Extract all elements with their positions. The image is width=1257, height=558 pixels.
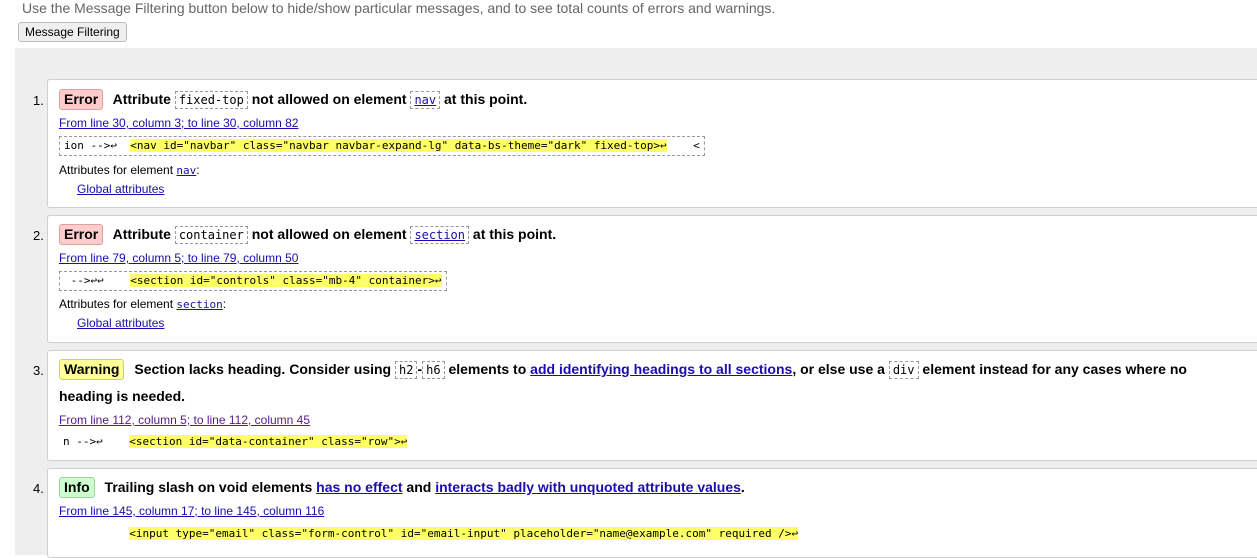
attribute-code: container xyxy=(174,226,248,244)
extract-pre xyxy=(63,527,129,540)
location-link[interactable]: From line 30, column 3; to line 30, colu… xyxy=(59,116,298,130)
message-fragment: not allowed on element xyxy=(251,226,407,242)
message-fragment: heading is needed. xyxy=(59,388,186,404)
attrs-colon: : xyxy=(196,163,200,177)
attrs-colon: : xyxy=(222,297,227,311)
code-extract: <input type="email" class="form-control"… xyxy=(59,525,802,543)
global-attributes-link[interactable]: Global attributes xyxy=(77,316,164,330)
message-warning-3: Warning Section lacks heading. Consider … xyxy=(47,350,1257,461)
error-badge: Error xyxy=(59,224,104,245)
message-fragment: Trailing slash on void elements xyxy=(104,479,313,495)
message-fragment: Attribute xyxy=(112,91,171,107)
extract-pre: n -->↩ xyxy=(63,435,130,448)
code-extract: n -->↩ <section id="data-container" clas… xyxy=(59,433,411,451)
message-fragment: at this point. xyxy=(472,226,557,242)
warning-badge: Warning xyxy=(59,359,125,380)
element-link[interactable]: section xyxy=(410,226,470,244)
message-number: 1. xyxy=(33,93,44,108)
extract-pre: ion -->↩ xyxy=(64,139,131,152)
message-text: Error Attribute fixed-top not allowed on… xyxy=(59,86,1256,113)
extract-highlight: <nav id="navbar" class="navbar navbar-ex… xyxy=(130,139,667,152)
message-fragment: and xyxy=(406,479,432,495)
message-text: Info Trailing slash on void elements has… xyxy=(59,474,1256,500)
element-ref-link[interactable]: nav xyxy=(176,164,196,177)
extract-post: < xyxy=(666,139,700,152)
attribute-code: fixed-top xyxy=(174,91,248,109)
message-fragment: not allowed on element xyxy=(251,91,407,107)
message-number: 2. xyxy=(33,228,44,243)
message-filtering-button[interactable]: Message Filtering xyxy=(18,22,127,42)
intro-text: Use the Message Filtering button below t… xyxy=(22,0,776,16)
attributes-for-element: Attributes for element section: xyxy=(59,297,226,311)
element-code: h6 xyxy=(422,361,445,379)
element-code: h2 xyxy=(395,361,418,379)
location-link[interactable]: From line 112, column 5; to line 112, co… xyxy=(59,413,310,427)
extract-highlight: <section id="data-container" class="row"… xyxy=(129,435,408,448)
element-ref-link[interactable]: section xyxy=(176,298,222,311)
code-extract: ion -->↩ <nav id="navbar" class="navbar … xyxy=(59,136,705,156)
extract-highlight: <input type="email" class="form-control"… xyxy=(129,527,799,540)
message-error-1: Error Attribute fixed-top not allowed on… xyxy=(47,79,1257,208)
message-fragment: element instead for any cases where no xyxy=(922,361,1187,377)
message-fragment: elements to xyxy=(448,361,527,377)
message-error-2: Error Attribute container not allowed on… xyxy=(47,215,1257,343)
message-number: 3. xyxy=(33,363,44,378)
extract-highlight: <section id="controls" class="mb-4" cont… xyxy=(130,274,442,287)
message-fragment: Attribute xyxy=(112,226,171,242)
message-fragment: . xyxy=(740,479,745,495)
message-fragment: at this point. xyxy=(444,91,528,107)
extract-pre: -->↩↩ xyxy=(64,274,131,287)
message-fragment: , or else use a xyxy=(792,361,885,377)
message-fragment: Section lacks heading. Consider using xyxy=(134,361,392,377)
element-link[interactable]: nav xyxy=(410,91,441,109)
no-effect-link[interactable]: has no effect xyxy=(316,479,402,495)
attrs-label: Attributes for element xyxy=(59,163,174,177)
attributes-for-element: Attributes for element nav: xyxy=(59,163,200,177)
error-badge: Error xyxy=(59,89,104,110)
message-text: Error Attribute container not allowed on… xyxy=(59,221,1256,248)
element-code: div xyxy=(888,361,919,379)
info-badge: Info xyxy=(59,477,95,498)
location-link[interactable]: From line 145, column 17; to line 145, c… xyxy=(59,504,324,518)
message-number: 4. xyxy=(33,481,44,496)
location-link[interactable]: From line 79, column 5; to line 79, colu… xyxy=(59,251,298,265)
headings-link[interactable]: add identifying headings to all sections xyxy=(530,361,792,377)
attrs-label: Attributes for element xyxy=(59,297,174,311)
messages-panel: 1. Error Attribute fixed-top not allowed… xyxy=(15,48,1257,558)
unquoted-attributes-link[interactable]: interacts badly with unquoted attribute … xyxy=(435,479,741,495)
message-info-4: Info Trailing slash on void elements has… xyxy=(47,468,1257,558)
message-text: Warning Section lacks heading. Consider … xyxy=(59,356,1256,409)
code-extract: -->↩↩ <section id="controls" class="mb-4… xyxy=(59,271,447,291)
global-attributes-link[interactable]: Global attributes xyxy=(77,182,164,196)
